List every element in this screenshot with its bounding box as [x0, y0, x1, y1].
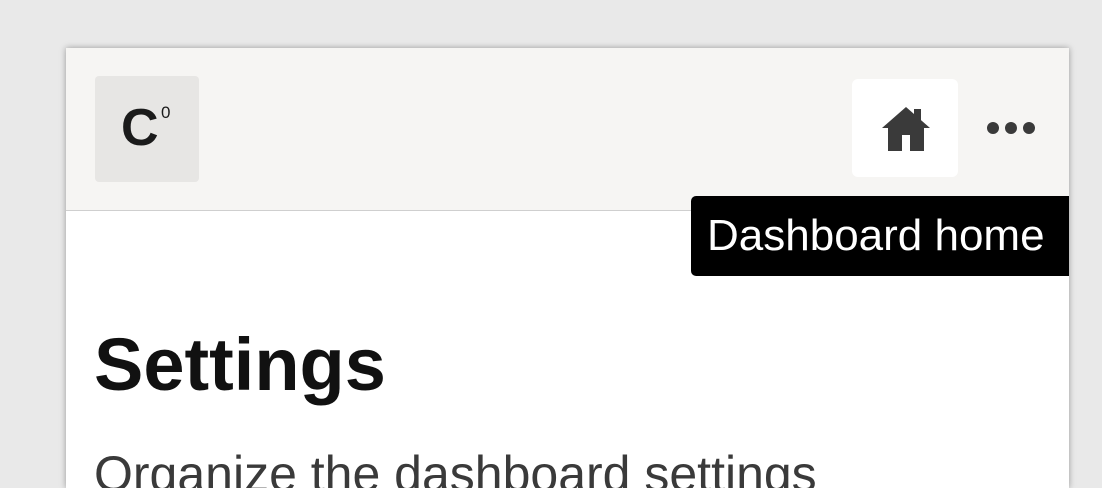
dashboard-home-tooltip: Dashboard home [691, 196, 1069, 276]
header-bar: C 0 [66, 48, 1069, 211]
logo-superscript: 0 [161, 103, 171, 122]
page-description: Organize the dashboard settings [94, 446, 817, 488]
app-logo[interactable]: C 0 [95, 76, 199, 182]
dashboard-home-button[interactable] [852, 79, 958, 177]
more-options-button[interactable] [978, 104, 1042, 152]
logo-letter: C [121, 99, 159, 157]
dashboard-panel: C 0 Dashboard home Settings Organize the… [66, 48, 1069, 488]
page-title: Settings [94, 323, 386, 406]
